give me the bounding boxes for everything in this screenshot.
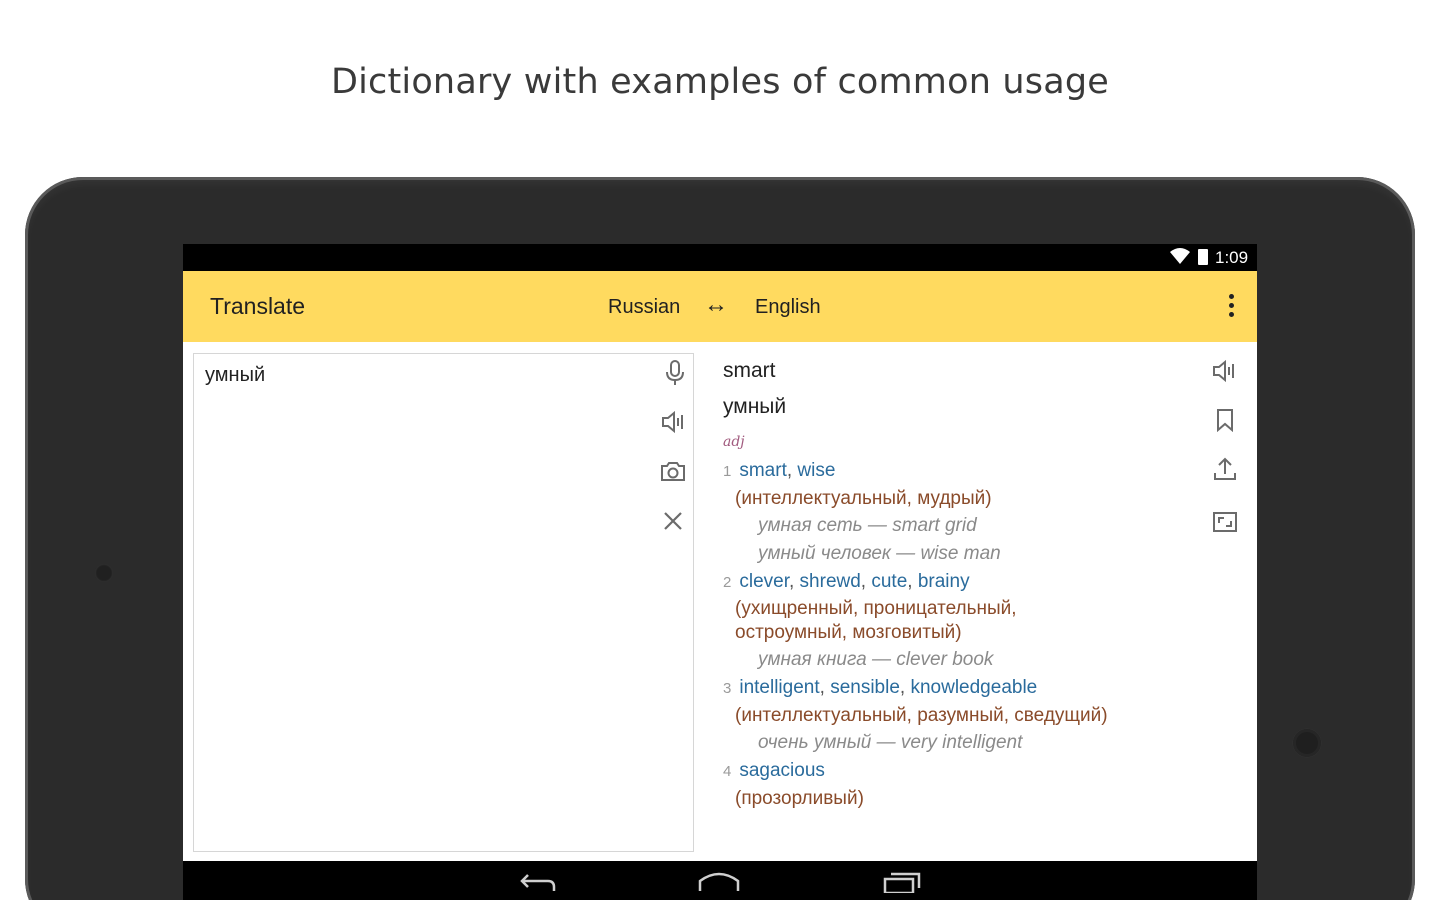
share-icon[interactable] bbox=[1208, 452, 1242, 486]
usage-example: умный человек — wise man bbox=[758, 543, 1001, 564]
sense-number: 3 bbox=[723, 680, 732, 697]
app-title: Translate bbox=[210, 293, 306, 319]
translation-link[interactable]: smart bbox=[739, 460, 787, 481]
swap-languages-button[interactable]: ↔ bbox=[704, 291, 728, 319]
app-toolbar: Translate Russian ↔ English bbox=[183, 271, 1257, 342]
sense-gloss: (ухищренный, проницательный, остроумный,… bbox=[735, 598, 1017, 643]
usage-example: умная сеть — smart grid bbox=[758, 515, 977, 536]
part-of-speech: adj bbox=[723, 434, 745, 450]
translation-link[interactable]: knowledgeable bbox=[910, 677, 1037, 698]
sense-gloss: (прозорливый) bbox=[735, 788, 864, 809]
sense-item: 2 clever, shrewd, cute, brainy bbox=[723, 571, 970, 592]
headline: Dictionary with examples of common usage bbox=[330, 62, 1110, 102]
sense-item: 1 smart, wise bbox=[723, 460, 836, 481]
translation-link[interactable]: brainy bbox=[918, 571, 970, 592]
source-language-button[interactable]: Russian bbox=[608, 296, 680, 319]
front-camera bbox=[95, 564, 113, 582]
input-panel[interactable]: умный bbox=[193, 353, 694, 852]
usage-example: умная книга — clever book bbox=[758, 649, 994, 670]
back-icon[interactable] bbox=[518, 869, 558, 893]
status-bar: 1:09 bbox=[183, 244, 1257, 271]
translation-link[interactable]: sagacious bbox=[739, 760, 825, 781]
translation-link[interactable]: sensible bbox=[830, 677, 900, 698]
translation-link[interactable]: shrewd bbox=[800, 571, 861, 592]
translation-link[interactable]: intelligent bbox=[739, 677, 819, 698]
home-icon[interactable] bbox=[698, 869, 740, 893]
speaker-icon[interactable] bbox=[1208, 354, 1242, 388]
translation-link[interactable]: cute bbox=[871, 571, 907, 592]
sense-item: 3 intelligent, sensible, knowledgeable bbox=[723, 677, 1038, 698]
sensor-dot bbox=[1293, 729, 1321, 757]
microphone-icon[interactable] bbox=[658, 356, 692, 390]
sense-number: 1 bbox=[723, 463, 732, 480]
sense-gloss: (интеллектуальный, мудрый) bbox=[735, 488, 992, 509]
sense-number: 2 bbox=[723, 574, 732, 591]
camera-icon[interactable] bbox=[656, 454, 690, 488]
bookmark-icon[interactable] bbox=[1208, 403, 1242, 437]
input-text[interactable]: умный bbox=[205, 364, 265, 387]
source-word: умный bbox=[723, 395, 787, 418]
status-clock: 1:09 bbox=[1215, 248, 1249, 267]
sense-item: 4 sagacious bbox=[723, 760, 825, 782]
recents-icon[interactable] bbox=[882, 869, 922, 893]
wifi-icon bbox=[1170, 248, 1190, 264]
translation-link[interactable]: wise bbox=[797, 460, 835, 481]
battery-icon bbox=[1198, 249, 1208, 265]
usage-example: очень умный — very intelligent bbox=[758, 732, 1023, 753]
clear-icon[interactable] bbox=[656, 504, 690, 538]
speaker-icon[interactable] bbox=[657, 405, 691, 439]
sense-gloss: (интеллектуальный, разумный, сведущий) bbox=[735, 705, 1108, 726]
more-vert-icon[interactable] bbox=[1223, 294, 1239, 320]
target-language-button[interactable]: English bbox=[755, 296, 821, 319]
fullscreen-icon[interactable] bbox=[1208, 505, 1242, 539]
translation-text[interactable]: smart bbox=[723, 359, 776, 383]
translation-link[interactable]: clever bbox=[739, 571, 789, 592]
navigation-bar bbox=[183, 861, 1257, 900]
sense-number: 4 bbox=[723, 763, 732, 780]
app-screen: 1:09 Translate Russian ↔ English умный s… bbox=[183, 244, 1257, 900]
